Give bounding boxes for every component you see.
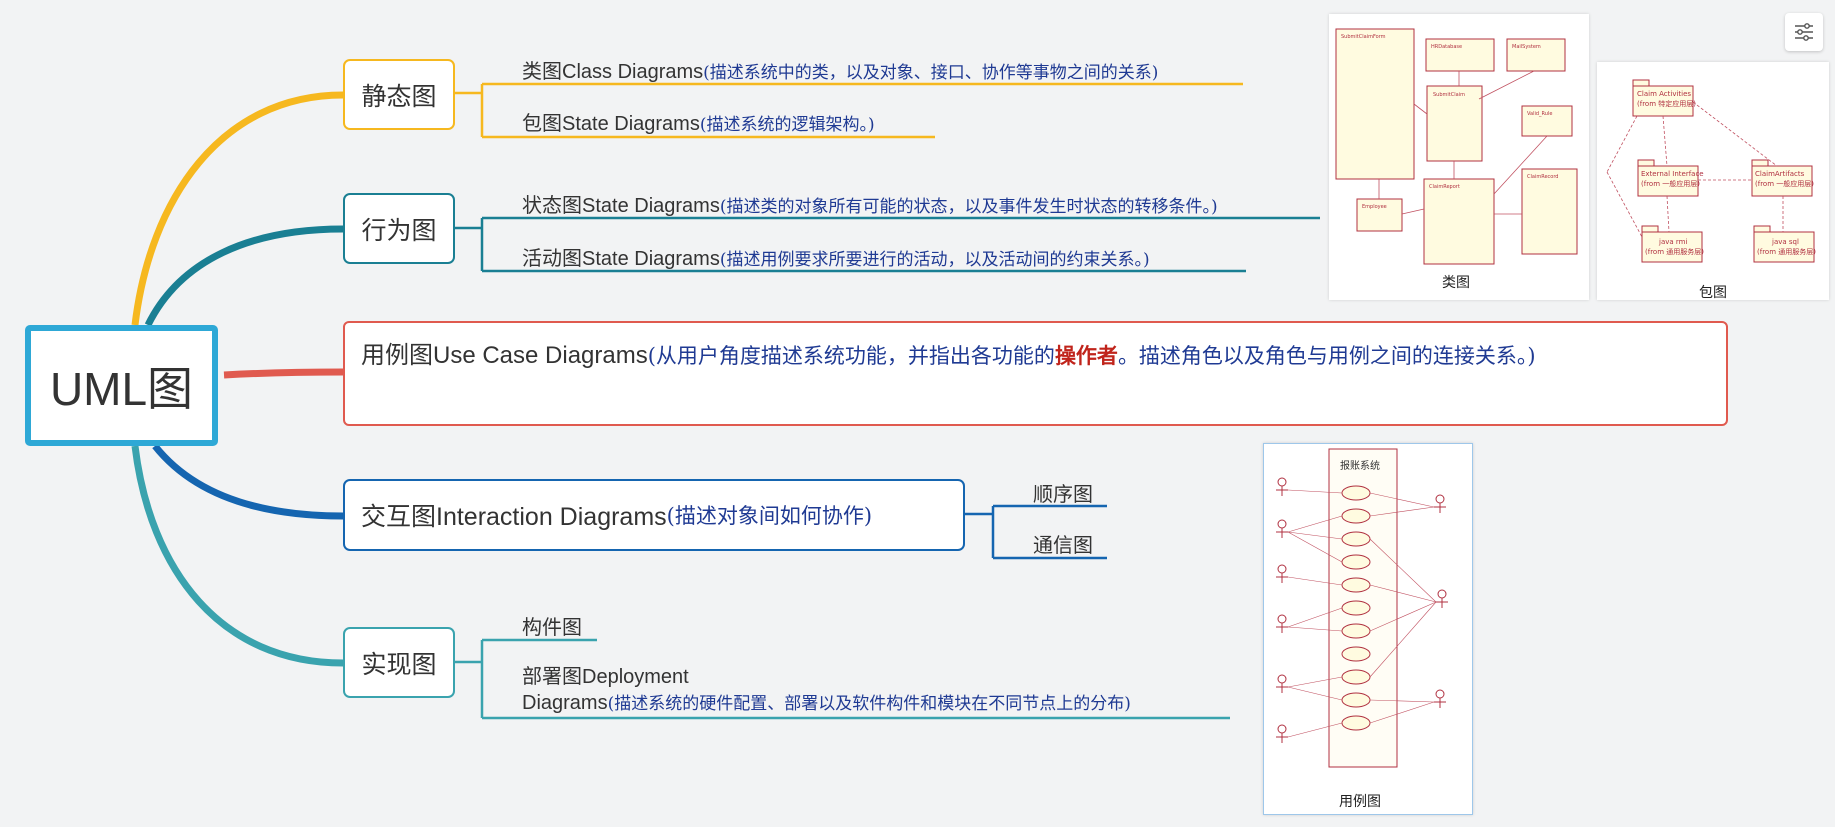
topic-static-label: 静态图 bbox=[361, 82, 437, 111]
package-from: (from 通用服务层) bbox=[1645, 247, 1704, 256]
usecase-diagram-caption: 用例图 bbox=[1339, 793, 1381, 809]
subtopic-component-diagram[interactable]: 构件图 bbox=[522, 611, 582, 640]
svg-text:HRDatabase: HRDatabase bbox=[1431, 44, 1462, 50]
svg-text:ClaimRecord: ClaimRecord bbox=[1527, 174, 1558, 180]
interaction-title: 交互图Interaction Diagrams bbox=[361, 503, 667, 531]
root-label: UML图 bbox=[49, 362, 194, 415]
usecase-highlight: 操作者 bbox=[1054, 343, 1118, 368]
class-diagram-caption: 类图 bbox=[1442, 274, 1470, 290]
package-diagram-figure: Claim Activities (from 特定应用层) External I… bbox=[1606, 79, 1816, 263]
subtopic-activity-diagram[interactable]: 活动图State Diagrams(描述用例要求所要进行的活动，以及活动间的约束… bbox=[522, 242, 1150, 271]
subtopic-state-diagram[interactable]: 状态图State Diagrams(描述类的对象所有可能的状态，以及事件发生时状… bbox=[522, 189, 1218, 218]
package-from: (from 特定应用层) bbox=[1637, 99, 1696, 108]
usecase-desc: (从用户角度描述系统功能，并指出各功能的 bbox=[647, 344, 1055, 368]
svg-text:Valid_Rule: Valid_Rule bbox=[1527, 111, 1552, 117]
subtopic-communication-diagram[interactable]: 通信图 bbox=[1033, 529, 1093, 558]
topic-interaction-diagrams[interactable]: 交互图Interaction Diagrams (描述对象间如何协作) bbox=[343, 479, 965, 551]
svg-text:MailSystem: MailSystem bbox=[1512, 44, 1541, 50]
subtopic-desc: (描述系统的硬件配置、部署以及软件构件和模块在不同节点上的分布) bbox=[607, 694, 1131, 714]
subtopic-desc: (描述类的对象所有可能的状态，以及事件发生时状态的转移条件。) bbox=[719, 197, 1218, 217]
usecase-diagram-image[interactable]: 报账系统 用例图 bbox=[1263, 443, 1473, 815]
topic-implementation-diagrams[interactable]: 实现图 bbox=[343, 627, 455, 698]
package-diagram-caption: 包图 bbox=[1699, 284, 1727, 300]
subtopic-title: 部署图Deployment bbox=[522, 666, 689, 688]
usecase-diagram-figure: 报账系统 bbox=[1276, 448, 1448, 768]
package-diagram-image[interactable]: Claim Activities (from 特定应用层) External I… bbox=[1597, 62, 1829, 300]
package-name: Claim Activities bbox=[1637, 90, 1691, 98]
subtopic-title: 状态图State Diagrams bbox=[522, 195, 720, 217]
package-name: External Interface bbox=[1641, 170, 1704, 178]
svg-text:Employee: Employee bbox=[1362, 204, 1387, 210]
package-from: (from 通用服务层) bbox=[1757, 247, 1816, 256]
subtopic-package-diagram[interactable]: 包图State Diagrams(描述系统的逻辑架构。) bbox=[522, 107, 875, 136]
subtopic-title: 包图State Diagrams bbox=[522, 113, 700, 135]
subtopic-class-diagram[interactable]: 类图Class Diagrams(描述系统中的类，以及对象、接口、协作等事物之间… bbox=[522, 55, 1158, 84]
sliders-icon-glyph bbox=[1795, 23, 1813, 41]
class-diagram-figure: SubmitClaimForm HRDatabase MailSystem Su… bbox=[1335, 28, 1578, 265]
package-name: java rmi bbox=[1658, 238, 1687, 246]
usecase-desc-end: 。描述角色以及角色与用例之间的连接关系。) bbox=[1117, 344, 1536, 368]
topic-static-diagrams[interactable]: 静态图 bbox=[343, 59, 455, 130]
topic-behavior-label: 行为图 bbox=[361, 216, 437, 245]
topic-implementation-label: 实现图 bbox=[361, 650, 437, 679]
sliders-icon[interactable] bbox=[1785, 13, 1823, 51]
subtopic-deployment-diagram[interactable]: 部署图Deployment Diagrams(描述系统的硬件配置、部署以及软件构件… bbox=[522, 664, 1131, 717]
package-name: java sql bbox=[1771, 238, 1799, 246]
package-from: (from 一般应用层) bbox=[1755, 179, 1814, 188]
svg-text:ClaimReport: ClaimReport bbox=[1429, 184, 1460, 190]
svg-text:SubmitClaim: SubmitClaim bbox=[1433, 92, 1465, 98]
root-topic[interactable]: UML图 bbox=[25, 325, 218, 446]
subtopic-desc: (描述系统的逻辑架构。) bbox=[699, 115, 875, 135]
interaction-desc: (描述对象间如何协作) bbox=[666, 504, 873, 528]
system-name: 报账系统 bbox=[1340, 459, 1380, 472]
package-name: ClaimArtifacts bbox=[1755, 170, 1805, 178]
class-diagram-image[interactable]: SubmitClaimForm HRDatabase MailSystem Su… bbox=[1329, 14, 1589, 300]
subtopic-title-line2: Diagrams bbox=[522, 692, 608, 714]
usecase-title: 用例图Use Case Diagrams bbox=[361, 342, 648, 369]
topic-behavior-diagrams[interactable]: 行为图 bbox=[343, 193, 455, 264]
subtopic-title: 活动图State Diagrams bbox=[522, 248, 720, 270]
subtopic-sequence-diagram[interactable]: 顺序图 bbox=[1033, 478, 1093, 507]
package-from: (from 一般应用层) bbox=[1641, 179, 1700, 188]
svg-text:SubmitClaimForm: SubmitClaimForm bbox=[1341, 34, 1386, 40]
topic-usecase-diagrams[interactable]: 用例图Use Case Diagrams(从用户角度描述系统功能，并指出各功能的… bbox=[343, 321, 1728, 426]
subtopic-desc: (描述系统中的类，以及对象、接口、协作等事物之间的关系) bbox=[703, 63, 1159, 83]
subtopic-title: 类图Class Diagrams bbox=[522, 61, 704, 83]
subtopic-desc: (描述用例要求所要进行的活动，以及活动间的约束关系。) bbox=[719, 250, 1150, 270]
